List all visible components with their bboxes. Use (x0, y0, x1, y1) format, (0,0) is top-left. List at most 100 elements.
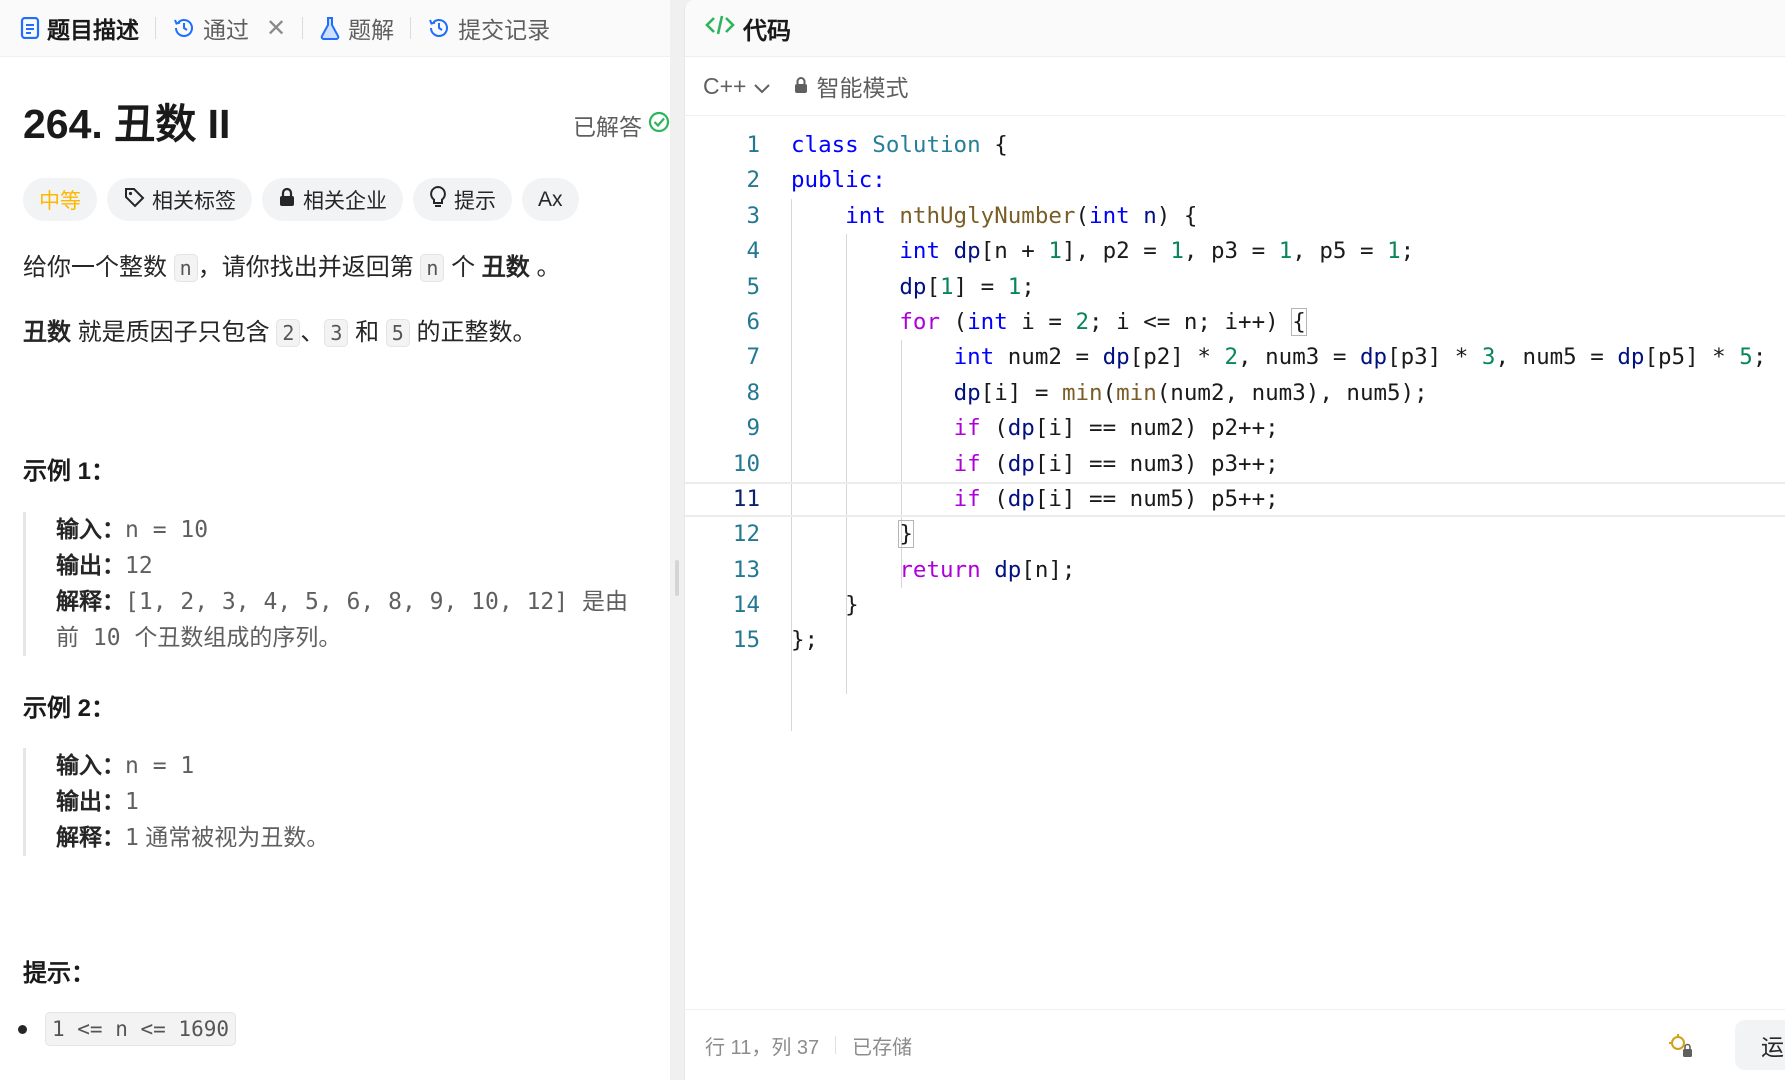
solved-label: 已解答 (573, 114, 642, 140)
example-label: 输入： (56, 752, 125, 778)
line-number: 3 (746, 202, 760, 229)
example-1-title: 示例 1： (23, 458, 116, 485)
line-number: 14 (732, 592, 760, 619)
tab-accepted-label: 通过 (203, 17, 249, 43)
code-editor[interactable]: 1 class Solution { 2 public: 3 int nthUgly… (685, 128, 1785, 731)
tab-solutions[interactable]: 题解 (317, 0, 396, 56)
description-paragraph-2: 丑数 就是质因子只包含 2、 3 和 5 的正整数。 (23, 313, 537, 353)
problem-panel: 题目描述 通过 ✕ 题解 提交记录 264. 丑数 II 已解答 中等 相关标签… (0, 0, 670, 1080)
example-value: [1, 2, 3, 4, 5, 6, 8, 9, 10, 12] (125, 589, 569, 615)
code-line: 2 public: (685, 163, 1785, 198)
code-line: 1 class Solution { (685, 128, 1785, 163)
example-2-block: 输入：n = 1 输出：1 解释：1 通常被视为丑数。 (23, 748, 670, 856)
code-line: 7 int num2 = dp[p2] * 2, num3 = dp[p3] *… (685, 340, 1785, 375)
constraint-list: 1 <= n <= 1690 (18, 1012, 237, 1046)
debug-lock-icon[interactable] (1667, 1032, 1695, 1066)
desc-bold: 丑数 (481, 254, 530, 281)
code-line: 13 return dp[n]; (685, 553, 1785, 588)
example-value: n = 10 (125, 517, 209, 543)
tab-separator (155, 17, 156, 39)
code-line: 6 for (int i = 2; i <= n; i++) { (685, 305, 1785, 340)
hint-button[interactable]: 提示 (413, 178, 512, 221)
bullet (18, 1024, 27, 1034)
line-number: 13 (732, 556, 760, 583)
language-label: C++ (703, 72, 747, 99)
example-label: 输入： (56, 516, 125, 542)
tab-solutions-label: 题解 (348, 17, 395, 43)
inline-code: n (420, 254, 445, 282)
line-number: 8 (746, 379, 760, 406)
translate-button[interactable]: Ax (522, 178, 579, 221)
line-number: 7 (746, 344, 760, 371)
hint-label: 提示 (454, 189, 496, 213)
example-value: 通常被视为丑数。 (145, 825, 330, 851)
description-icon (20, 17, 40, 39)
code-line: 9 if (dp[i] == num2) p2++; (685, 411, 1785, 446)
tab-description-label: 题目描述 (47, 17, 139, 43)
code-line: 8 dp[i] = min(min(num2, num3), num5); (685, 376, 1785, 411)
example-value: 1 (125, 789, 139, 815)
desc-bold: 丑数 (23, 319, 71, 346)
code-line-current: 11 if (dp[i] == num5) p5++; (685, 481, 1785, 518)
example-value: 前 (56, 625, 79, 651)
inline-code: 2 (276, 319, 301, 347)
inline-code: 5 (385, 319, 410, 347)
smart-mode-label: 智能模式 (816, 75, 909, 101)
code-panel-title: 代码 (743, 17, 791, 45)
tab-submissions[interactable]: 提交记录 (425, 0, 552, 56)
example-value: 是由 (568, 589, 628, 615)
close-icon[interactable]: ✕ (266, 14, 286, 43)
tab-submissions-label: 提交记录 (458, 17, 551, 43)
inline-code: n (173, 254, 198, 282)
run-button[interactable]: 运 (1735, 1020, 1785, 1070)
example-value: 10 (79, 625, 135, 651)
code-line: 10 if (dp[i] == num3) p3++; (685, 447, 1785, 482)
desc-text: ，请你找出并返回第 (197, 254, 414, 281)
desc-text: 、 (300, 319, 325, 346)
line-number: 6 (746, 308, 760, 335)
history-icon (172, 16, 196, 40)
lock-icon (278, 187, 296, 213)
desc-text: 给你一个整数 (23, 254, 167, 281)
panel-resize-handle[interactable] (675, 560, 679, 596)
code-line: 5 dp[1] = 1; (685, 270, 1785, 305)
example-1-block: 输入：n = 10 输出：12 解释：[1, 2, 3, 4, 5, 6, 8,… (23, 512, 670, 656)
translate-icon: Ax (538, 187, 563, 211)
code-line: 15}; (685, 623, 1785, 658)
tab-accepted[interactable]: 通过 ✕ (170, 0, 288, 56)
desc-text: 的正整数。 (416, 319, 537, 346)
example-value: 个丑数组成的序列。 (134, 625, 342, 651)
flask-icon (319, 16, 341, 40)
smart-mode-toggle[interactable]: 智能模式 (793, 69, 908, 103)
title-row: 264. 丑数 II 已解答 (23, 94, 670, 154)
tab-description[interactable]: 题目描述 (18, 0, 141, 56)
line-number: 2 (746, 167, 760, 194)
desc-text: 个 (451, 254, 476, 281)
code-line: 14 } (685, 588, 1785, 623)
code-panel: 代码 C++ 智能模式 1 class Solution { 2 public: 3… (684, 0, 1785, 1080)
language-select[interactable]: C++ (703, 73, 771, 100)
tab-separator (302, 17, 304, 39)
code-line: 3 int nthUglyNumber(int n) { (685, 199, 1785, 234)
difficulty-badge: 中等 (23, 178, 97, 221)
page-title[interactable]: 264. 丑数 II (23, 101, 230, 147)
example-2-title: 示例 2： (23, 695, 116, 722)
example-label: 解释： (56, 824, 125, 850)
companies-button[interactable]: 相关企业 (262, 178, 403, 221)
desc-text: 就是质因子只包含 (77, 319, 270, 346)
saved-status: 已存储 (852, 1036, 913, 1059)
chip-row: 中等 相关标签 相关企业 提示 Ax (23, 178, 579, 221)
left-tab-bar: 题目描述 通过 ✕ 题解 提交记录 (0, 0, 670, 57)
lightbulb-icon (429, 185, 447, 215)
example-label: 解释： (56, 588, 125, 614)
tab-separator (410, 17, 412, 39)
check-circle-icon (648, 111, 670, 139)
tags-button[interactable]: 相关标签 (107, 178, 252, 221)
example-label: 输出： (56, 552, 125, 578)
example-value: n = 1 (125, 753, 195, 779)
code-icon (705, 13, 735, 44)
tags-label: 相关标签 (152, 189, 236, 213)
tag-icon (123, 186, 145, 214)
line-number: 1 (746, 132, 760, 158)
line-number: 4 (746, 238, 760, 265)
